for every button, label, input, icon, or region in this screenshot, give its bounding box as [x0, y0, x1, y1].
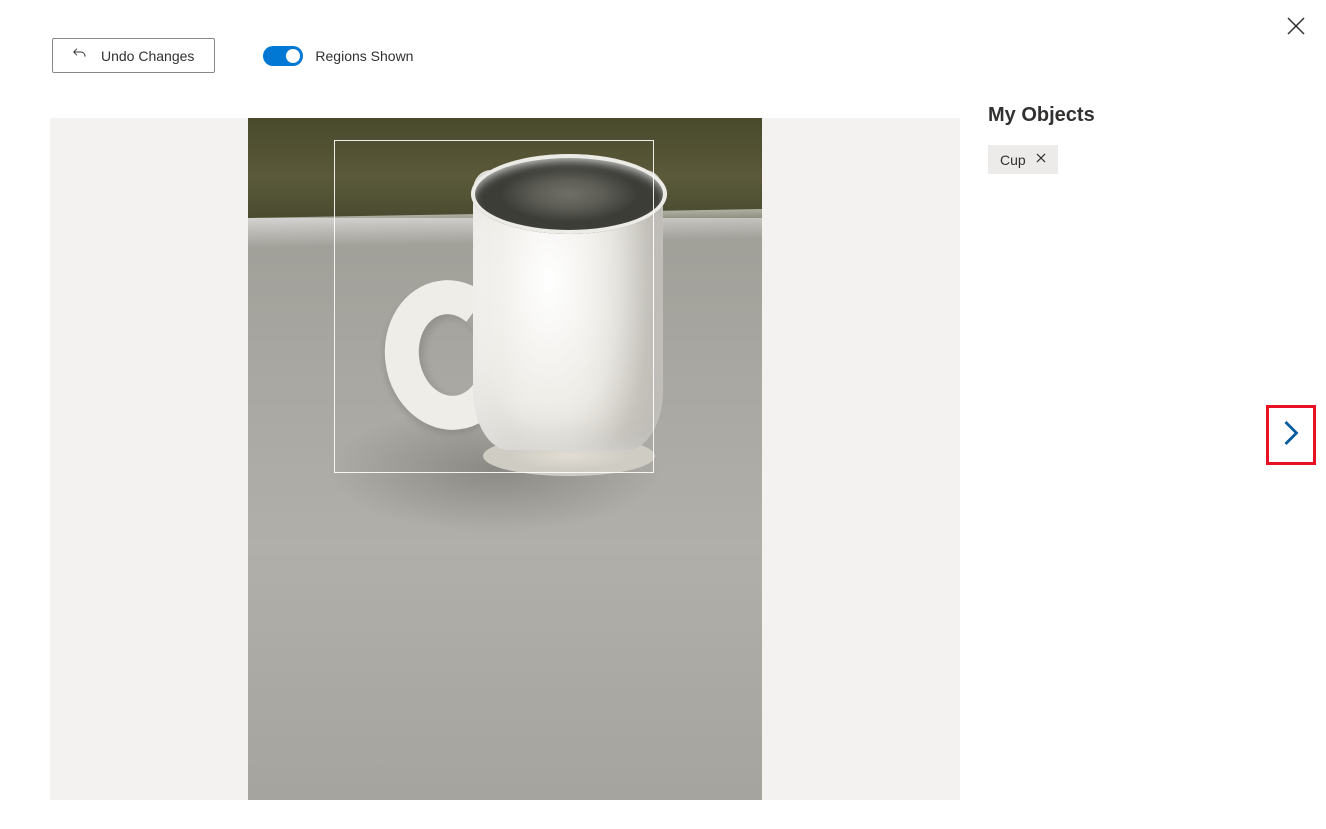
regions-toggle-group: Regions Shown: [263, 46, 413, 66]
objects-heading: My Objects: [988, 104, 1258, 127]
chevron-right-icon: [1280, 418, 1302, 453]
region-bounding-box[interactable]: [334, 140, 654, 473]
close-button[interactable]: [1284, 14, 1308, 38]
close-icon: [1284, 25, 1308, 42]
close-icon: [1034, 152, 1048, 168]
undo-changes-button[interactable]: Undo Changes: [52, 38, 215, 73]
object-tag-cup[interactable]: Cup: [988, 145, 1058, 174]
toggle-knob: [286, 49, 300, 63]
remove-tag-button[interactable]: [1034, 151, 1048, 168]
undo-label: Undo Changes: [101, 48, 194, 64]
next-image-button[interactable]: [1266, 405, 1316, 465]
undo-icon: [71, 46, 87, 65]
image-stage: [50, 118, 960, 800]
objects-panel: My Objects Cup: [988, 104, 1258, 174]
regions-shown-toggle[interactable]: [263, 46, 303, 66]
object-tag-label: Cup: [1000, 152, 1026, 168]
toolbar: Undo Changes Regions Shown: [52, 38, 413, 73]
regions-toggle-label: Regions Shown: [315, 48, 413, 64]
training-image[interactable]: [248, 118, 762, 800]
